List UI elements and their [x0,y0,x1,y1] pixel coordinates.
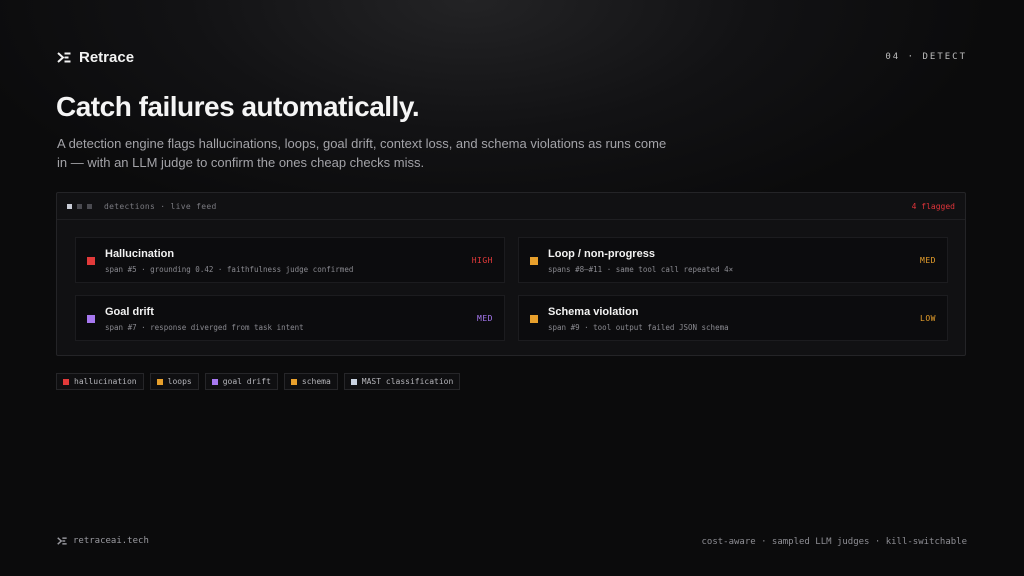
flagged-count: 4 flagged [911,201,955,211]
severity-badge: HIGH [471,256,493,265]
detection-title: Hallucination [105,248,175,260]
legend-label: loops [167,377,192,386]
legend-chip-goal-drift[interactable]: goal drift [204,373,278,390]
legend-chip-hallucination[interactable]: hallucination [56,373,144,390]
legend-swatch [156,378,163,385]
severity-swatch [530,257,538,265]
detection-card-loop[interactable]: Loop / non-progress spans #8–#11 · same … [518,237,948,283]
legend-chip-schema[interactable]: schema [283,373,338,390]
legend-chip-loops[interactable]: loops [149,373,199,390]
legend-chip-mast[interactable]: MAST classification [343,373,461,390]
severity-swatch [87,315,95,323]
section-tag: 04 · DETECT [885,52,967,62]
legend-swatch [211,378,218,385]
brand: Retrace [57,49,134,66]
feed-label: detections · live feed [104,201,217,211]
detection-meta: span #5 · grounding 0.42 · faithfulness … [105,265,354,274]
detection-meta: spans #8–#11 · same tool call repeated 4… [548,265,734,274]
legend: hallucination loops goal drift schema MA… [56,373,461,390]
severity-badge: MED [477,314,493,323]
legend-swatch [290,378,297,385]
detection-card-hallucination[interactable]: Hallucination span #5 · grounding 0.42 ·… [75,237,505,283]
severity-swatch [87,257,95,265]
window-dot [67,203,72,209]
footer-brand: retraceai.tech [57,536,149,546]
window-dot [77,203,82,209]
page-title: Catch failures automatically. [56,91,420,122]
severity-badge: LOW [920,314,936,323]
footer-tagline: cost-aware · sampled LLM judges · kill-s… [701,537,967,547]
severity-swatch [530,315,538,323]
detection-title: Goal drift [105,306,154,318]
detection-title: Schema violation [548,306,639,318]
legend-label: hallucination [74,377,137,386]
severity-badge: MED [920,256,936,265]
window-dots [67,203,92,209]
detection-meta: span #9 · tool output failed JSON schema [548,323,729,332]
detection-card-schema[interactable]: Schema violation span #9 · tool output f… [518,295,948,341]
legend-label: schema [301,377,331,386]
detection-meta: span #7 · response diverged from task in… [105,323,304,332]
legend-label: goal drift [222,377,271,386]
detections-panel: detections · live feed 4 flagged Halluci… [56,192,966,356]
footer-url[interactable]: retraceai.tech [73,536,149,546]
page-subtitle: A detection engine flags hallucinations,… [57,136,667,170]
detection-title: Loop / non-progress [548,248,655,260]
retrace-logo-icon [57,537,67,545]
legend-swatch [350,378,357,385]
panel-header: detections · live feed 4 flagged [57,193,965,220]
legend-swatch [63,378,69,385]
retrace-logo-icon [57,52,71,63]
brand-name: Retrace [79,49,135,66]
legend-label: MAST classification [361,377,454,386]
window-dot [87,203,92,209]
detection-card-goal-drift[interactable]: Goal drift span #7 · response diverged f… [75,295,505,341]
